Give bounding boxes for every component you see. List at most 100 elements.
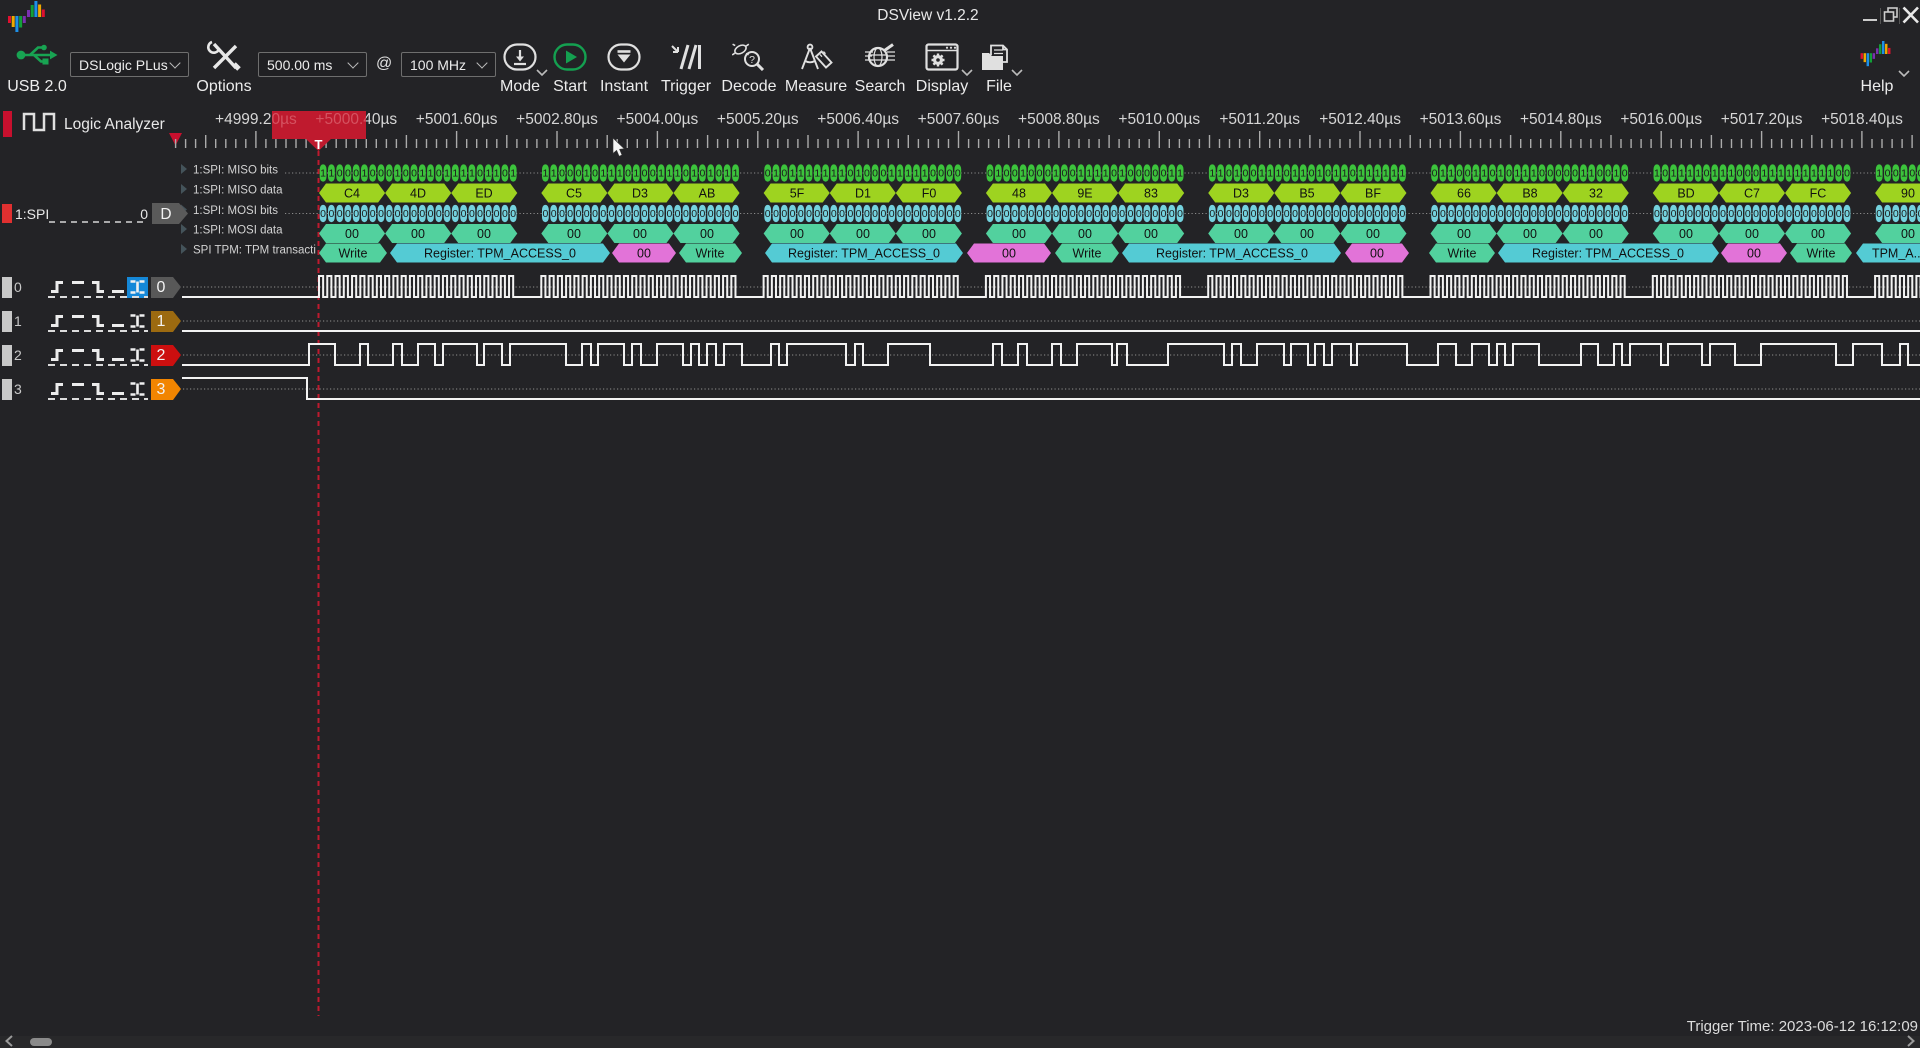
svg-text:0: 0 [798, 208, 804, 220]
svg-text:0: 0 [1325, 208, 1331, 220]
svg-text:1: 1 [361, 168, 367, 180]
svg-text:0: 0 [157, 279, 166, 296]
svg-text:0: 0 [1234, 208, 1240, 220]
svg-text:1: 1 [551, 168, 557, 180]
svg-text:0: 0 [353, 168, 359, 180]
svg-text:32: 32 [1589, 187, 1603, 201]
svg-text:0: 0 [1547, 168, 1553, 180]
svg-text:1: 1 [1770, 168, 1776, 180]
svg-text:0: 0 [1613, 208, 1619, 220]
svg-text:0: 0 [716, 208, 722, 220]
svg-text:00: 00 [1012, 227, 1026, 241]
svg-text:0: 0 [1045, 208, 1051, 220]
svg-text:0: 0 [1350, 208, 1356, 220]
svg-text:0: 0 [1605, 208, 1611, 220]
svg-text:0: 0 [1333, 208, 1339, 220]
svg-text:1: 1 [1819, 168, 1825, 180]
svg-text:66: 66 [1457, 187, 1471, 201]
svg-text:0: 0 [1712, 208, 1718, 220]
svg-text:1: 1 [889, 168, 895, 180]
svg-text:0: 0 [1375, 208, 1381, 220]
svg-text:0: 0 [947, 168, 953, 180]
svg-text:1: 1 [1267, 168, 1273, 180]
svg-text:0: 0 [995, 208, 1001, 220]
svg-text:0: 0 [1226, 168, 1232, 180]
svg-text:0: 0 [576, 208, 582, 220]
svg-text:0: 0 [683, 168, 689, 180]
svg-text:+5017.20µs: +5017.20µs [1721, 111, 1803, 128]
svg-text:0: 0 [1564, 168, 1570, 180]
svg-text:0: 0 [559, 208, 565, 220]
svg-text:1: 1 [1366, 168, 1372, 180]
svg-text:0: 0 [370, 208, 376, 220]
svg-text:0: 0 [1284, 168, 1290, 180]
svg-text:1: 1 [897, 168, 903, 180]
svg-text:0: 0 [650, 168, 656, 180]
svg-text:0: 0 [880, 208, 886, 220]
svg-text:0: 0 [1111, 168, 1117, 180]
svg-text:1: 1 [600, 168, 606, 180]
svg-text:Register: TPM_ACCESS_0: Register: TPM_ACCESS_0 [424, 247, 576, 261]
svg-text:0: 0 [1136, 208, 1142, 220]
svg-text:0: 0 [140, 206, 148, 222]
svg-text:0: 0 [1547, 208, 1553, 220]
svg-text:0: 0 [1539, 168, 1545, 180]
svg-text:1: 1 [1399, 168, 1405, 180]
svg-text:0: 0 [1564, 208, 1570, 220]
svg-text:0: 0 [864, 208, 870, 220]
svg-text:F0: F0 [922, 187, 937, 201]
svg-text:0: 0 [444, 208, 450, 220]
svg-text:1: 1 [542, 168, 548, 180]
svg-text:0: 0 [683, 208, 689, 220]
svg-text:0: 0 [987, 208, 993, 220]
svg-text:1: 1 [839, 168, 845, 180]
svg-text:+5008.80µs: +5008.80µs [1018, 111, 1100, 128]
svg-text:1: 1 [823, 168, 829, 180]
svg-text:0: 0 [1242, 208, 1248, 220]
svg-text:0: 0 [897, 208, 903, 220]
svg-text:1:SPI: MISO bits: 1:SPI: MISO bits [193, 165, 278, 177]
svg-text:1:SPI: MOSI bits: 1:SPI: MOSI bits [193, 205, 278, 217]
svg-text:00: 00 [411, 227, 425, 241]
svg-text:0: 0 [1012, 208, 1018, 220]
svg-text:AB: AB [699, 187, 716, 201]
svg-text:0: 0 [847, 208, 853, 220]
svg-text:Write: Write [1807, 247, 1836, 261]
svg-text:0: 0 [1827, 208, 1833, 220]
svg-text:1: 1 [1234, 168, 1240, 180]
svg-text:0: 0 [1761, 208, 1767, 220]
svg-text:1: 1 [1531, 168, 1537, 180]
svg-text:0: 0 [1572, 168, 1578, 180]
svg-text:1: 1 [428, 168, 434, 180]
svg-text:0: 0 [1720, 208, 1726, 220]
svg-text:1: 1 [494, 168, 500, 180]
svg-text:0: 0 [1589, 208, 1595, 220]
svg-text:00: 00 [1589, 227, 1603, 241]
svg-text:0: 0 [1728, 208, 1734, 220]
svg-text:0: 0 [600, 208, 606, 220]
svg-text:0: 0 [477, 208, 483, 220]
svg-text:0: 0 [847, 168, 853, 180]
svg-text:0: 0 [485, 208, 491, 220]
svg-text:0: 0 [411, 168, 417, 180]
svg-text:1: 1 [1827, 168, 1833, 180]
svg-text:1:SPI: MISO data: 1:SPI: MISO data [193, 185, 283, 197]
svg-text:1: 1 [1695, 168, 1701, 180]
svg-text:1: 1 [814, 168, 820, 180]
svg-text:0: 0 [1094, 208, 1100, 220]
svg-text:0: 0 [1687, 208, 1693, 220]
svg-text:1: 1 [1209, 168, 1215, 180]
svg-text:1: 1 [1481, 168, 1487, 180]
svg-text:00: 00 [1078, 227, 1092, 241]
svg-text:0: 0 [831, 208, 837, 220]
svg-text:0: 0 [1251, 168, 1257, 180]
svg-text:0: 0 [1465, 168, 1471, 180]
svg-text:0: 0 [1152, 168, 1158, 180]
svg-text:0: 0 [1819, 208, 1825, 220]
svg-text:1: 1 [914, 168, 920, 180]
svg-text:0: 0 [1045, 168, 1051, 180]
svg-text:1: 1 [157, 313, 166, 330]
svg-text:0: 0 [1572, 208, 1578, 220]
svg-text:0: 0 [436, 208, 442, 220]
svg-text:0: 0 [551, 208, 557, 220]
